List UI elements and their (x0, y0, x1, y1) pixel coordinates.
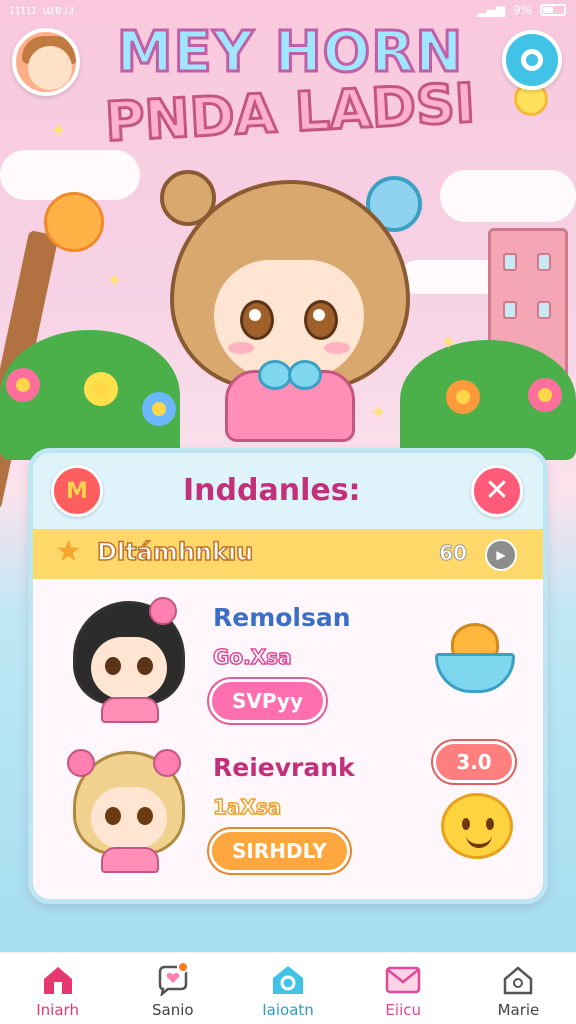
flower-icon (6, 368, 40, 402)
battery-percent: 9% (512, 3, 532, 17)
item-avatar (67, 747, 195, 875)
status-carrier: ɪɪɪɪɪ ɯɐɹɹ (10, 3, 75, 17)
list-item[interactable]: Reievrank 1aXsa SIRHDLY 3.0 (33, 737, 543, 889)
nav-label: Iaioatn (262, 1001, 314, 1019)
currency-arrow-button[interactable]: ▶ (485, 539, 517, 571)
star-icon: ★ (55, 534, 82, 569)
status-bar: ɪɪɪɪɪ ɯɐɹɹ ▂▄▆ 9% (0, 0, 576, 22)
panel-logo-icon: M (51, 465, 103, 517)
game-title: MEY HORN PNDA LADSI (90, 22, 490, 155)
list-item[interactable]: Remolsan Go.Xsa SVPyy (33, 587, 543, 739)
mail-icon (385, 963, 421, 997)
nav-item-profile[interactable]: Marie (461, 953, 576, 1024)
item-avatar (67, 597, 195, 725)
nav-item-mail[interactable]: Eiicu (346, 953, 461, 1024)
nav-item-home[interactable]: Iniarh (0, 953, 115, 1024)
home-ring-icon (270, 963, 306, 997)
smiley-icon (441, 793, 513, 859)
signal-icon: ▂▄▆ (477, 3, 505, 17)
panel-title: Inddanles: (183, 473, 361, 508)
sun-flower-icon (44, 192, 104, 252)
battery-icon (540, 4, 566, 16)
panel-header: M Inddanles: ✕ (33, 453, 543, 529)
item-name: Reievrank (213, 753, 355, 782)
item-subtitle: Go.Xsa (212, 644, 292, 670)
sparkle-icon: ✦ (106, 268, 123, 292)
title-line-2: PNDA LADSI (102, 70, 478, 155)
item-action-button[interactable]: SVPyy (209, 679, 326, 723)
home-icon (40, 963, 76, 997)
nav-label: Sanio (152, 1001, 194, 1019)
price-badge[interactable]: 3.0 (433, 741, 515, 783)
nav-item-center[interactable]: Iaioatn (230, 953, 345, 1024)
play-arrow-icon: ▶ (496, 548, 506, 562)
nav-label: Marie (497, 1001, 540, 1019)
flower-icon (528, 378, 562, 412)
status-indicators: ▂▄▆ 9% (477, 3, 566, 17)
close-icon: ✕ (484, 473, 510, 508)
profile-avatar-button[interactable] (12, 28, 80, 96)
nav-label: Iniarh (36, 1001, 79, 1019)
cloud (440, 170, 576, 222)
close-button[interactable]: ✕ (471, 465, 523, 517)
item-name: Remolsan (213, 603, 351, 632)
currency-value: 60 (439, 541, 468, 566)
sparkle-icon: ✦ (50, 118, 67, 142)
settings-button[interactable] (502, 30, 562, 90)
cat-bowl-icon (435, 619, 515, 695)
bottom-nav: Iniarh Sanio Iaioatn Eiicu Marie (0, 952, 576, 1024)
item-action-button[interactable]: SIRHDLY (209, 829, 350, 873)
settings-ring-icon (521, 49, 543, 71)
currency-bar: ★ Dltámhnkıu 60 ▶ (33, 529, 543, 579)
flower-icon (446, 380, 480, 414)
flower-icon (84, 372, 118, 406)
sparkle-icon: ✦ (440, 330, 457, 354)
house-outline-icon (500, 963, 536, 997)
nav-label: Eiicu (385, 1001, 421, 1019)
inventory-panel: M Inddanles: ✕ ★ Dltámhnkıu 60 ▶ Remolsa… (28, 448, 548, 904)
currency-label: Dltámhnkıu (96, 537, 254, 567)
nav-item-chat[interactable]: Sanio (115, 953, 230, 1024)
main-character (150, 170, 430, 442)
item-subtitle: 1aXsa (212, 794, 282, 820)
